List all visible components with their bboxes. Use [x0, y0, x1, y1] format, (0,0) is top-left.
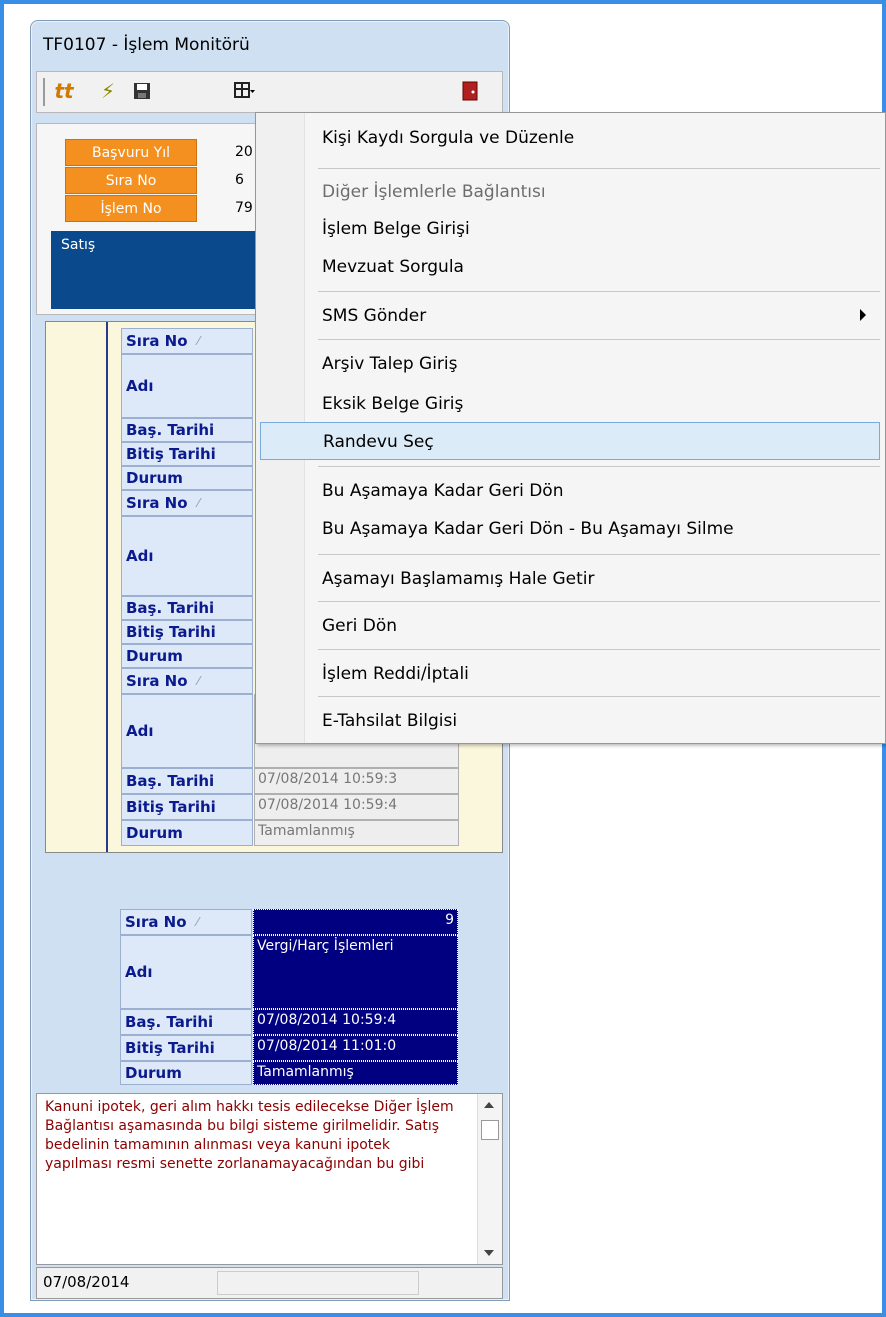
- record4-sira-header[interactable]: Sıra No ⁄: [120, 909, 252, 935]
- record4-bas-cell[interactable]: 07/08/2014 10:59:4: [253, 1009, 458, 1035]
- islem-type-text: Satış: [61, 237, 96, 253]
- save-icon[interactable]: [129, 78, 155, 104]
- menu-separator: [318, 291, 880, 292]
- record4-bas-header: Baş. Tarihi: [120, 1009, 252, 1035]
- record3-bas-header: Baş. Tarihi: [121, 768, 253, 794]
- menu-item-baslamamis-hale[interactable]: Aşamayı Başlamamış Hale Getir: [260, 559, 880, 599]
- menu-item-randevu-sec[interactable]: Randevu Seç: [260, 422, 880, 460]
- toolbar-grip: [43, 78, 45, 106]
- aciklama-box: Kanuni ipotek, geri alım hakkı tesis edi…: [36, 1093, 503, 1265]
- status-panel: [217, 1271, 419, 1295]
- record1-sira-header[interactable]: Sıra No ⁄: [121, 328, 253, 354]
- menu-item-geri-don[interactable]: Geri Dön: [260, 606, 880, 646]
- record1-bas-header: Baş. Tarihi: [121, 418, 253, 442]
- islem-no-label: İşlem No: [65, 195, 197, 222]
- menu-item-sms-gonder[interactable]: SMS Gönder: [260, 296, 880, 336]
- sira-no-value: 6: [235, 172, 244, 188]
- basvuru-yil-value: 20: [235, 144, 253, 160]
- basvuru-yil-label: Başvuru Yıl: [65, 139, 197, 166]
- scroll-up-icon[interactable]: [484, 1102, 494, 1108]
- menu-item-islem-belge[interactable]: İşlem Belge Girişi: [260, 209, 880, 249]
- toolbar: tt ⚡: [36, 71, 503, 113]
- window-title: TF0107 - İşlem Monitörü: [43, 35, 250, 55]
- record3-adi-header: Adı: [121, 694, 253, 768]
- record1-adi-header: Adı: [121, 354, 253, 418]
- menu-separator: [318, 168, 880, 169]
- aciklama-text: Kanuni ipotek, geri alım hakkı tesis edi…: [45, 1099, 454, 1172]
- menu-separator: [318, 601, 880, 602]
- menu-separator: [318, 649, 880, 650]
- menu-separator: [318, 339, 880, 340]
- record2-bas-header: Baş. Tarihi: [121, 596, 253, 620]
- record3-durum-header: Durum: [121, 820, 253, 846]
- menu-separator: [318, 466, 880, 467]
- layout-dropdown-button[interactable]: [225, 78, 265, 104]
- context-menu: Kişi Kaydı Sorgula ve Düzenle Diğer İşle…: [255, 112, 886, 744]
- record4-adi-header: Adı: [120, 935, 252, 1009]
- exit-icon[interactable]: [457, 78, 483, 104]
- record3-durum-cell[interactable]: Tamamlanmış: [254, 820, 459, 846]
- record4-durum-cell[interactable]: Tamamlanmış: [253, 1061, 458, 1085]
- grid-indent-line: [106, 322, 108, 852]
- record3-sira-header[interactable]: Sıra No ⁄: [121, 668, 253, 694]
- menu-item-arsiv-talep[interactable]: Arşiv Talep Giriş: [260, 344, 880, 384]
- record2-sira-header[interactable]: Sıra No ⁄: [121, 490, 253, 516]
- record3-bas-cell[interactable]: 07/08/2014 10:59:3: [254, 768, 459, 794]
- status-date: 07/08/2014: [43, 1273, 130, 1291]
- menu-item-e-tahsilat[interactable]: E-Tahsilat Bilgisi: [260, 701, 880, 741]
- menu-item-islem-reddi[interactable]: İşlem Reddi/İptali: [260, 654, 880, 694]
- record4-durum-header: Durum: [120, 1061, 252, 1085]
- record2-bitis-header: Bitiş Tarihi: [121, 620, 253, 644]
- menu-item-mevzuat[interactable]: Mevzuat Sorgula: [260, 247, 880, 287]
- scroll-thumb[interactable]: [481, 1120, 499, 1140]
- menu-item-diger-islemler: Diğer İşlemlerle Bağlantısı: [322, 182, 546, 202]
- tt-icon[interactable]: tt: [51, 78, 77, 104]
- menu-item-geri-don-silme[interactable]: Bu Aşamaya Kadar Geri Dön - Bu Aşamayı S…: [260, 509, 880, 549]
- record3-bitis-header: Bitiş Tarihi: [121, 794, 253, 820]
- record2-adi-header: Adı: [121, 516, 253, 596]
- record3-bitis-cell[interactable]: 07/08/2014 10:59:4: [254, 794, 459, 820]
- record4-sira-cell[interactable]: 9: [253, 909, 458, 935]
- record1-durum-header: Durum: [121, 466, 253, 490]
- record1-bitis-header: Bitiş Tarihi: [121, 442, 253, 466]
- record4-adi-cell[interactable]: Vergi/Harç İşlemleri: [253, 935, 458, 1009]
- menu-separator: [318, 696, 880, 697]
- menu-item-eksik-belge[interactable]: Eksik Belge Giriş: [260, 384, 880, 424]
- submenu-arrow-icon: [860, 309, 866, 321]
- flash-icon[interactable]: ⚡: [95, 78, 121, 104]
- record4-bitis-header: Bitiş Tarihi: [120, 1035, 252, 1061]
- aciklama-scrollbar[interactable]: [477, 1094, 502, 1264]
- record4-bitis-cell[interactable]: 07/08/2014 11:01:0: [253, 1035, 458, 1061]
- menu-separator: [318, 554, 880, 555]
- scroll-down-icon[interactable]: [484, 1250, 494, 1256]
- menu-item-geri-don-asama[interactable]: Bu Aşamaya Kadar Geri Dön: [260, 471, 880, 511]
- record2-durum-header: Durum: [121, 644, 253, 668]
- islem-no-value: 79: [235, 200, 253, 216]
- menu-item-kisi-kaydi[interactable]: Kişi Kaydı Sorgula ve Düzenle: [260, 118, 880, 158]
- sira-no-label: Sıra No: [65, 167, 197, 194]
- status-bar: 07/08/2014: [36, 1267, 503, 1299]
